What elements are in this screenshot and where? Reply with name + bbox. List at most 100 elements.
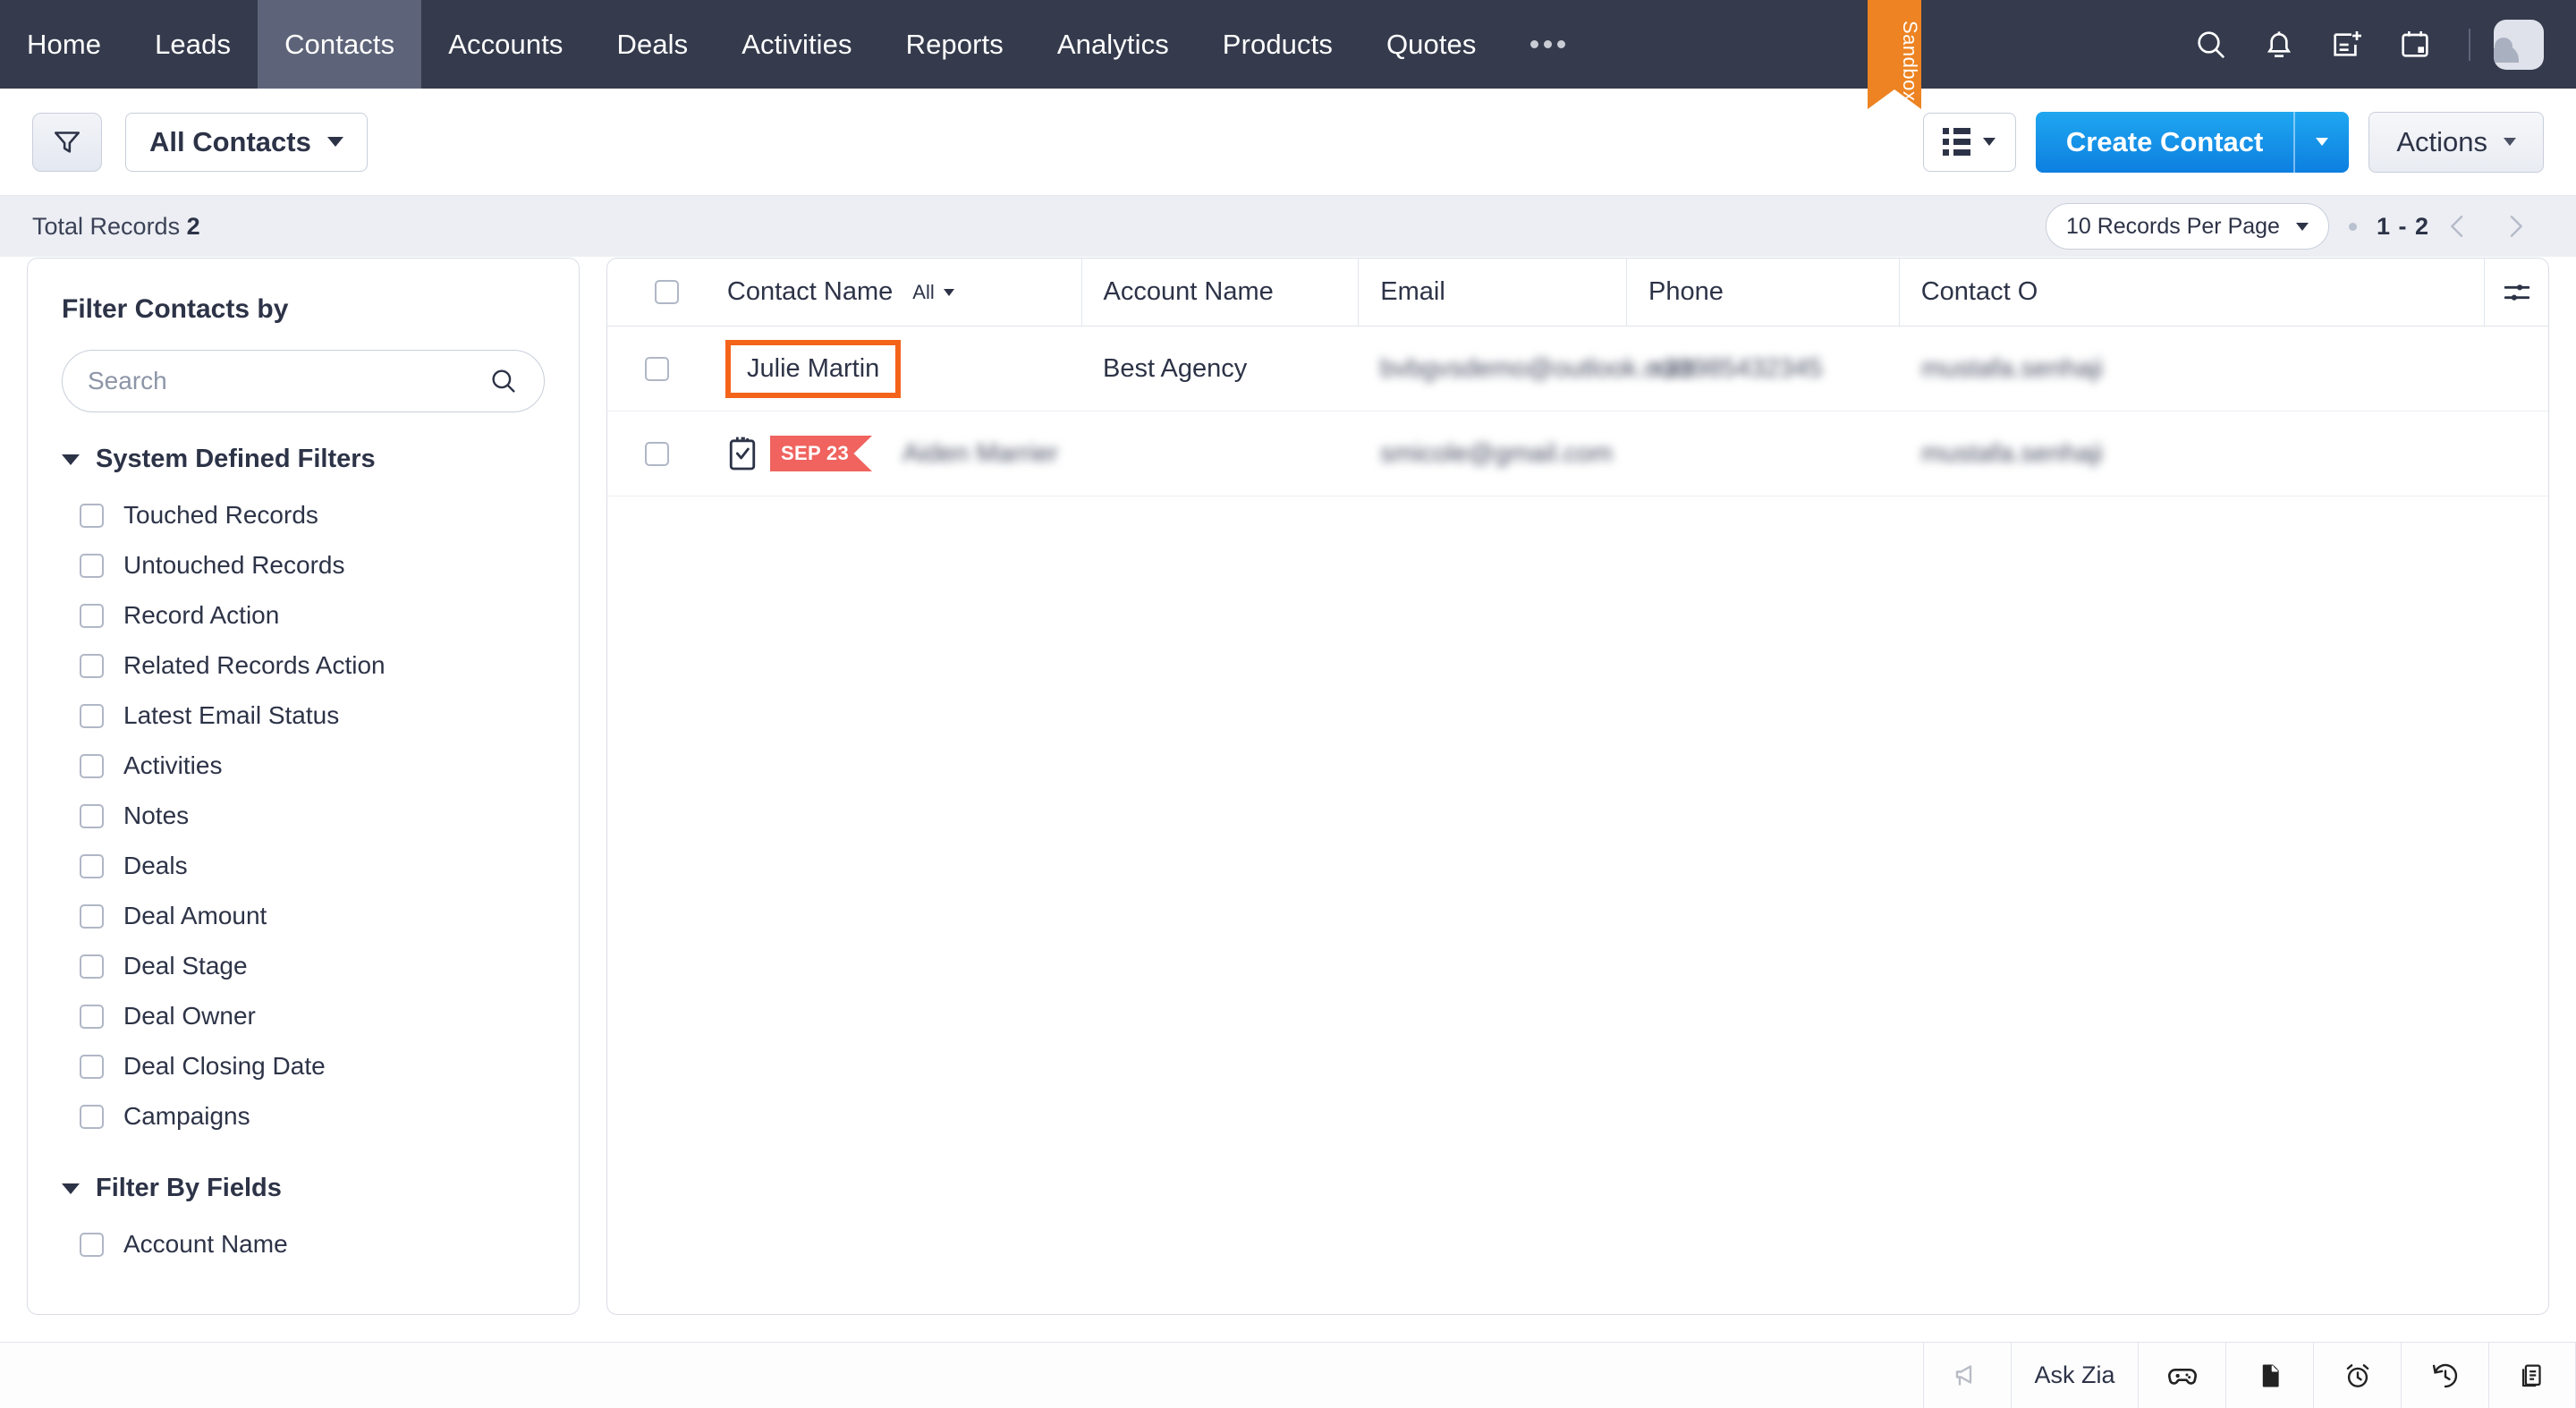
filter-toggle-button[interactable] (32, 112, 102, 172)
create-contact-dropdown[interactable] (2293, 111, 2350, 173)
nav-item-home[interactable]: Home (0, 0, 128, 89)
toolbar-right-group: Create Contact Actions (1922, 111, 2544, 173)
calendar-icon[interactable] (2381, 0, 2449, 89)
nav-item-activities[interactable]: Activities (715, 0, 878, 89)
sidebar-filter-item[interactable]: Notes (28, 791, 579, 841)
next-page-button[interactable] (2487, 201, 2544, 251)
prev-page-button[interactable] (2429, 201, 2487, 251)
cell-contact-owner: mustafa.senhaji (1900, 327, 2486, 411)
nav-item-products[interactable]: Products (1196, 0, 1360, 89)
sidebar-filter-label: Activities (123, 751, 223, 779)
contact-name-filter-dropdown[interactable]: All (912, 281, 954, 304)
filter-checkbox[interactable] (80, 1104, 104, 1129)
cell-contact-owner-value: mustafa.senhaji (1921, 438, 2104, 468)
sidebar-filter-label: Touched Records (123, 501, 318, 529)
note-icon[interactable] (2225, 1343, 2313, 1408)
sidebar-filter-item[interactable]: Related Records Action (28, 640, 579, 691)
cell-contact-name[interactable]: Julie Martin (706, 327, 1081, 411)
filter-checkbox[interactable] (80, 753, 104, 778)
view-mode-button[interactable] (1922, 112, 2016, 172)
filter-checkbox[interactable] (80, 553, 104, 578)
nav-item-quotes[interactable]: Quotes (1360, 0, 1504, 89)
ask-zia-button[interactable]: Ask Zia (2011, 1343, 2138, 1408)
sidebar-filter-item[interactable]: Latest Email Status (28, 691, 579, 741)
cell-email: bvbgvsdemo@outlook.com (1359, 327, 1693, 411)
filter-checkbox[interactable] (80, 503, 104, 528)
sidebar-group-header[interactable]: Filter By Fields (28, 1174, 579, 1203)
avatar[interactable] (2494, 19, 2544, 70)
view-selector-dropdown[interactable]: All Contacts (125, 112, 368, 172)
column-header-email[interactable]: Email (1358, 259, 1626, 326)
cell-account-name-value: Best Agency (1103, 353, 1248, 383)
sidebar-filter-item[interactable]: Untouched Records (28, 540, 579, 590)
filter-checkbox[interactable] (80, 954, 104, 979)
column-header-contact-owner[interactable]: Contact O (1898, 259, 2484, 326)
nav-item-analytics[interactable]: Analytics (1030, 0, 1196, 89)
chevron-down-icon (2316, 138, 2329, 146)
sidebar-filter-item[interactable]: Account Name (28, 1219, 579, 1269)
create-contact-button[interactable]: Create Contact (2035, 111, 2294, 173)
actions-button[interactable]: Actions (2368, 111, 2544, 173)
filter-checkbox[interactable] (80, 803, 104, 828)
bell-icon[interactable] (2245, 0, 2313, 89)
table-row[interactable]: SEP 23 Aiden Marrier smicole@gmail.com must… (607, 411, 2548, 496)
total-records: Total Records 2 (32, 213, 200, 241)
nav-item-label: Leads (155, 28, 232, 60)
filter-checkbox[interactable] (80, 1054, 104, 1079)
filter-checkbox[interactable] (80, 603, 104, 628)
filter-checkbox[interactable] (80, 1232, 104, 1257)
row-checkbox[interactable] (644, 356, 669, 381)
alarm-clock-icon[interactable] (2313, 1343, 2401, 1408)
sidebar-filter-item[interactable]: Touched Records (28, 490, 579, 540)
nav-item-contacts[interactable]: Contacts (258, 0, 422, 89)
records-per-page-dropdown[interactable]: 10 Records Per Page (2045, 203, 2329, 250)
column-header-contact-name[interactable]: Contact Name All (706, 259, 1081, 326)
filter-checkbox[interactable] (80, 903, 104, 929)
actions-label: Actions (2396, 125, 2487, 157)
select-all-header (607, 259, 706, 326)
sidebar-filter-item[interactable]: Campaigns (28, 1091, 579, 1141)
view-selector-label: All Contacts (149, 125, 311, 157)
column-header-account-name[interactable]: Account Name (1080, 259, 1359, 326)
column-settings-icon[interactable] (2484, 259, 2548, 326)
cell-contact-name[interactable]: SEP 23 Aiden Marrier (706, 411, 1081, 496)
gamepad-icon[interactable] (2138, 1343, 2225, 1408)
highlighted-contact-name[interactable]: Julie Martin (725, 339, 902, 398)
history-icon[interactable] (2401, 1343, 2488, 1408)
sidebar-filter-label: Account Name (123, 1230, 288, 1258)
cell-email-value: bvbgvsdemo@outlook.com (1380, 353, 1694, 383)
nav-item-reports[interactable]: Reports (879, 0, 1030, 89)
cell-contact-owner-value: mustafa.senhaji (1921, 353, 2104, 383)
search-input[interactable] (88, 367, 488, 395)
sidebar-filter-item[interactable]: Record Action (28, 590, 579, 640)
column-header-phone[interactable]: Phone (1625, 259, 1899, 326)
nav-item-accounts[interactable]: Accounts (421, 0, 589, 89)
nav-more-button[interactable] (1504, 0, 1592, 89)
table-header-row: Contact Name All Account Name Email Phon… (607, 259, 2548, 327)
sidebar-filter-item[interactable]: Deal Closing Date (28, 1041, 579, 1091)
megaphone-icon[interactable] (1923, 1343, 2011, 1408)
sidebar-group-header[interactable]: System Defined Filters (28, 445, 579, 474)
filter-checkbox[interactable] (80, 653, 104, 678)
add-record-icon[interactable] (2313, 0, 2381, 89)
notes-stack-icon[interactable] (2488, 1343, 2576, 1408)
nav-item-leads[interactable]: Leads (128, 0, 258, 89)
column-label: Contact Name (726, 277, 894, 306)
nav-item-deals[interactable]: Deals (590, 0, 716, 89)
filter-checkbox[interactable] (80, 853, 104, 878)
sidebar-filter-item[interactable]: Activities (28, 741, 579, 791)
filter-checkbox[interactable] (80, 1004, 104, 1029)
row-select-cell (607, 327, 706, 411)
table-row[interactable]: Julie Martin Best Agency bvbgvsdemo@outloo… (607, 327, 2548, 411)
select-all-checkbox[interactable] (655, 280, 680, 304)
filter-checkbox[interactable] (80, 703, 104, 728)
filter-search-box[interactable] (62, 350, 545, 412)
sidebar-filter-item[interactable]: Deals (28, 841, 579, 891)
row-checkbox[interactable] (644, 441, 669, 466)
filter-sidebar: Filter Contacts by System Defined Filter… (27, 258, 580, 1315)
search-icon[interactable] (2177, 0, 2245, 89)
sidebar-filter-item[interactable]: Deal Owner (28, 991, 579, 1041)
sidebar-filter-item[interactable]: Deal Stage (28, 941, 579, 991)
nav-item-label: Contacts (284, 28, 395, 60)
sidebar-filter-item[interactable]: Deal Amount (28, 891, 579, 941)
